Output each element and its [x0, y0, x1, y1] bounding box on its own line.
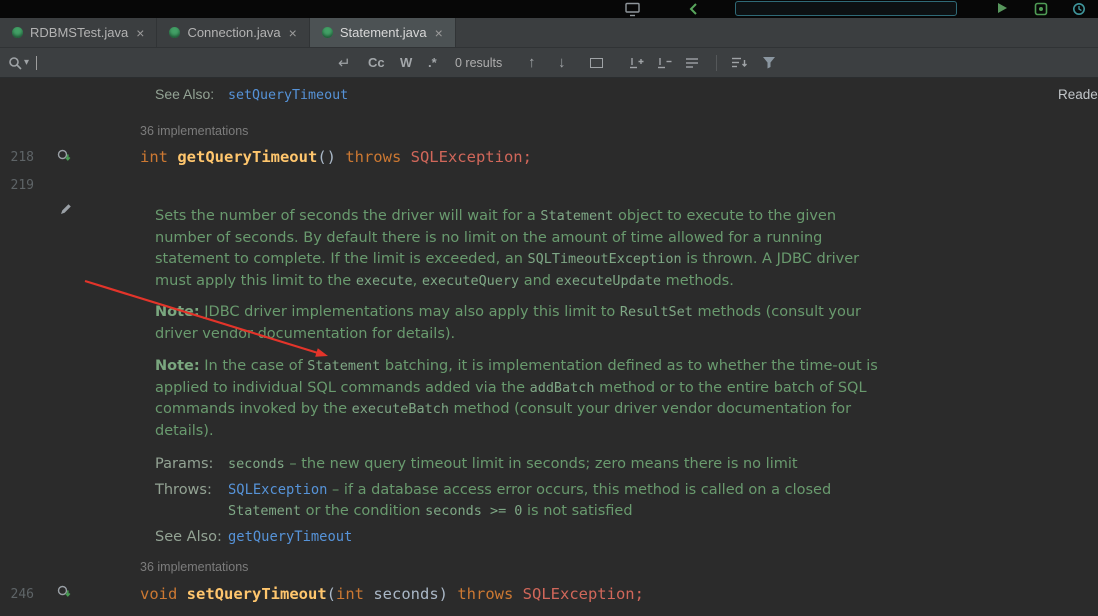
- doc-link[interactable]: setQueryTimeout: [228, 88, 348, 103]
- run-button[interactable]: [998, 3, 1007, 13]
- next-occurrence-icon[interactable]: ↓: [558, 48, 566, 77]
- tab-connection[interactable]: Connection.java ×: [157, 18, 309, 47]
- whole-words-toggle[interactable]: W: [400, 48, 412, 77]
- doc-section-content: setQueryTimeout: [228, 86, 348, 103]
- match-case-toggle[interactable]: Cc: [368, 48, 385, 77]
- implementations-hint[interactable]: 36 implementations: [140, 560, 248, 574]
- search-icon[interactable]: [8, 48, 22, 77]
- implementations-hint[interactable]: 36 implementations: [140, 124, 248, 138]
- editor-tabs: RDBMSTest.java × Connection.java × State…: [0, 18, 1098, 48]
- rendered-javadoc: Sets the number of seconds the driver wi…: [155, 206, 892, 548]
- select-all-occurrences-icon[interactable]: [684, 48, 700, 77]
- doc-paragraph: Note: JDBC driver implementations may al…: [155, 302, 892, 345]
- profiler-icon[interactable]: [1072, 2, 1086, 16]
- search-input[interactable]: [36, 48, 37, 77]
- java-class-icon: [322, 27, 333, 38]
- close-icon[interactable]: ×: [435, 26, 443, 40]
- doc-params-row: Params: seconds – the new query timeout …: [155, 454, 892, 476]
- doc-paragraph: Note: In the case of Statement batching,…: [155, 356, 892, 442]
- find-toolbar: ▾ ↵ Cc W .* 0 results ↑ ↓: [0, 48, 1098, 78]
- java-class-icon: [12, 27, 23, 38]
- previous-occurrence-icon[interactable]: ↑: [528, 48, 536, 77]
- editor-area[interactable]: 218 219 246 See Also: setQueryTimeout Re…: [0, 78, 1098, 616]
- filter-lines-icon[interactable]: [730, 48, 748, 77]
- filter-icon[interactable]: [762, 48, 776, 77]
- doc-see-also-row: See Also: getQueryTimeout: [155, 527, 892, 549]
- doc-link[interactable]: getQueryTimeout: [228, 529, 352, 545]
- line-number: 246: [0, 587, 34, 602]
- implemented-method-gutter-icon[interactable]: [57, 149, 72, 164]
- tab-label: Connection.java: [187, 25, 280, 40]
- tab-label: RDBMSTest.java: [30, 25, 128, 40]
- doc-section-label: Throws:: [155, 480, 228, 523]
- main-toolbar: [0, 0, 1098, 18]
- regex-toggle[interactable]: .*: [428, 48, 437, 77]
- toolbar-divider: [716, 55, 717, 71]
- close-icon[interactable]: ×: [136, 26, 144, 40]
- code-line-218: int getQueryTimeout() throws SQLExceptio…: [140, 148, 532, 166]
- java-class-icon: [169, 27, 180, 38]
- doc-section-content: SQLException – if a database access erro…: [228, 480, 892, 523]
- doc-section-label: Params:: [155, 454, 228, 476]
- line-number: 219: [0, 178, 34, 193]
- tab-rdbmstest[interactable]: RDBMSTest.java ×: [0, 18, 157, 47]
- newline-icon[interactable]: ↵: [338, 48, 351, 77]
- doc-section-label: See Also:: [155, 86, 228, 103]
- doc-link[interactable]: SQLException: [228, 482, 327, 498]
- text-caret: [36, 56, 37, 70]
- reader-mode-label[interactable]: Reader: [1058, 87, 1098, 102]
- doc-section-content: getQueryTimeout: [228, 527, 892, 549]
- doc-see-also-top: See Also: setQueryTimeout: [155, 86, 348, 103]
- coverage-icon[interactable]: [1034, 2, 1048, 16]
- chevron-down-icon[interactable]: ▾: [24, 48, 29, 77]
- doc-paragraph: Sets the number of seconds the driver wi…: [155, 206, 892, 292]
- doc-throws-row: Throws: SQLException – if a database acc…: [155, 480, 892, 523]
- back-arrow-icon[interactable]: [688, 3, 700, 15]
- tab-label: Statement.java: [340, 25, 427, 40]
- play-icon: [998, 3, 1007, 13]
- line-number: 218: [0, 150, 34, 165]
- display-icon[interactable]: [625, 2, 640, 17]
- tab-statement[interactable]: Statement.java ×: [310, 18, 456, 47]
- doc-section-content: seconds – the new query timeout limit in…: [228, 454, 892, 476]
- doc-section-label: See Also:: [155, 527, 228, 549]
- remove-occurrence-icon[interactable]: [656, 48, 672, 77]
- add-occurrence-icon[interactable]: [628, 48, 644, 77]
- code-line-246: void setQueryTimeout(int seconds) throws…: [140, 585, 644, 603]
- find-in-selection-icon[interactable]: [590, 48, 603, 77]
- search-results-count: 0 results: [455, 48, 502, 77]
- close-icon[interactable]: ×: [289, 26, 297, 40]
- edit-doc-pencil-icon[interactable]: [59, 202, 73, 216]
- implemented-method-gutter-icon[interactable]: [57, 585, 72, 600]
- run-configuration-field[interactable]: [735, 1, 957, 16]
